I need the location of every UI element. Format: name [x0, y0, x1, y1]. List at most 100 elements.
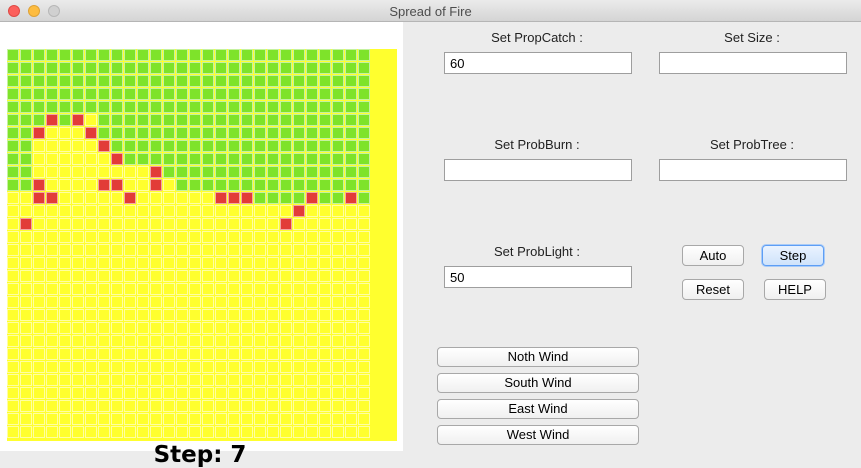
prob-tree-field[interactable] [659, 159, 847, 181]
east-wind-button[interactable]: East Wind [437, 399, 639, 419]
grid-cell-tree [280, 88, 292, 100]
grid-cell-empty [20, 309, 32, 321]
grid-cell-empty [85, 205, 97, 217]
auto-button[interactable]: Auto [682, 245, 744, 266]
grid-cell-empty [189, 413, 201, 425]
grid-cell-empty [280, 335, 292, 347]
grid-cell-empty [124, 309, 136, 321]
help-button[interactable]: HELP [764, 279, 826, 300]
grid-cell-empty [20, 322, 32, 334]
grid-cell-tree [7, 114, 19, 126]
grid-cell-empty [33, 335, 45, 347]
grid-cell-tree [332, 88, 344, 100]
grid-cell-tree [163, 114, 175, 126]
grid-cell-tree [319, 166, 331, 178]
grid-cell-empty [267, 400, 279, 412]
grid-cell-tree [280, 192, 292, 204]
grid-cell-tree [241, 166, 253, 178]
grid-cell-empty [150, 244, 162, 256]
grid-cell-tree [85, 49, 97, 61]
grid-cell-tree [228, 179, 240, 191]
grid-cell-empty [306, 270, 318, 282]
south-wind-button[interactable]: South Wind [437, 373, 639, 393]
grid-cell-empty [46, 361, 58, 373]
grid-cell-empty [202, 283, 214, 295]
grid-cell-tree [20, 127, 32, 139]
grid-cell-empty [228, 244, 240, 256]
grid-cell-tree [358, 88, 370, 100]
grid-cell-empty [228, 257, 240, 269]
grid-cell-tree [150, 101, 162, 113]
grid-cell-empty [20, 244, 32, 256]
grid-cell-tree [293, 127, 305, 139]
grid-cell-empty [241, 270, 253, 282]
grid-cell-tree [241, 153, 253, 165]
grid-cell-empty [358, 426, 370, 438]
grid-cell-empty [254, 283, 266, 295]
grid-cell-tree [228, 88, 240, 100]
grid-cell-tree [241, 179, 253, 191]
grid-cell-tree [293, 88, 305, 100]
west-wind-button[interactable]: West Wind [437, 425, 639, 445]
grid-cell-empty [241, 348, 253, 360]
grid-cell-empty [124, 374, 136, 386]
grid-cell-tree [46, 62, 58, 74]
grid-cell-empty [150, 413, 162, 425]
grid-cell-empty [46, 179, 58, 191]
grid-cell-empty [20, 270, 32, 282]
grid-cell-empty [72, 179, 84, 191]
grid-cell-empty [98, 283, 110, 295]
grid-cell-empty [358, 387, 370, 399]
grid-cell-tree [33, 101, 45, 113]
grid-cell-tree [176, 166, 188, 178]
grid-cell-empty [137, 361, 149, 373]
grid-cell-empty [46, 374, 58, 386]
grid-cell-empty [254, 426, 266, 438]
grid-cell-empty [254, 322, 266, 334]
grid-cell-empty [358, 322, 370, 334]
grid-cell-empty [241, 205, 253, 217]
grid-cell-empty [7, 231, 19, 243]
grid-cell-empty [280, 322, 292, 334]
step-button[interactable]: Step [762, 245, 824, 266]
grid-cell-fire [46, 192, 58, 204]
grid-cell-tree [202, 75, 214, 87]
size-field[interactable] [659, 52, 847, 74]
grid-cell-tree [293, 75, 305, 87]
grid-cell-empty [33, 400, 45, 412]
grid-cell-tree [241, 127, 253, 139]
grid-cell-empty [7, 244, 19, 256]
grid-cell-tree [7, 153, 19, 165]
prop-catch-field[interactable] [444, 52, 632, 74]
grid-cell-tree [189, 166, 201, 178]
grid-cell-empty [345, 205, 357, 217]
grid-cell-empty [228, 361, 240, 373]
grid-cell-tree [319, 179, 331, 191]
grid-cell-empty [293, 348, 305, 360]
grid-cell-empty [267, 426, 279, 438]
grid-cell-empty [111, 322, 123, 334]
grid-cell-empty [111, 244, 123, 256]
grid-cell-empty [306, 348, 318, 360]
grid-cell-empty [267, 205, 279, 217]
grid-cell-tree [306, 49, 318, 61]
reset-button[interactable]: Reset [682, 279, 744, 300]
grid-cell-tree [319, 62, 331, 74]
grid-cell-tree [46, 88, 58, 100]
grid-cell-tree [163, 62, 175, 74]
grid-cell-empty [33, 270, 45, 282]
grid-cell-tree [215, 140, 227, 152]
prob-light-field[interactable] [444, 266, 632, 288]
grid-cell-tree [332, 166, 344, 178]
grid-cell-empty [267, 374, 279, 386]
prob-burn-field[interactable] [444, 159, 632, 181]
grid-cell-tree [358, 127, 370, 139]
grid-cell-empty [85, 114, 97, 126]
grid-cell-empty [176, 387, 188, 399]
grid-cell-tree [319, 114, 331, 126]
grid-cell-empty [20, 296, 32, 308]
grid-cell-tree [137, 49, 149, 61]
grid-cell-tree [254, 192, 266, 204]
grid-cell-empty [150, 400, 162, 412]
north-wind-button[interactable]: Noth Wind [437, 347, 639, 367]
